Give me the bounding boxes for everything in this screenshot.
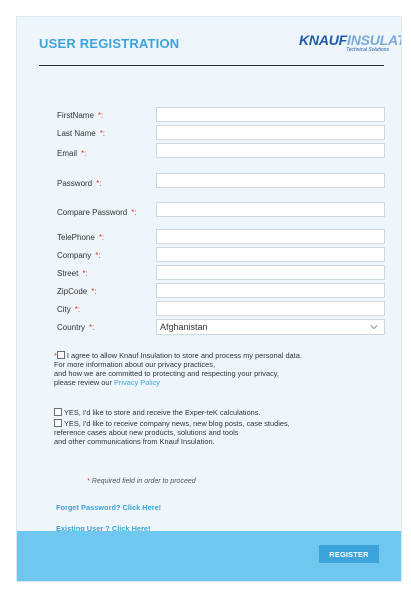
city-input[interactable] — [156, 301, 385, 316]
required-marker: *: — [99, 129, 106, 138]
country-select-value: Afghanistan — [160, 322, 208, 332]
telephone-label-text: TelePhone — [57, 233, 95, 242]
country-label: Country *: — [57, 323, 94, 332]
street-input[interactable] — [156, 265, 385, 280]
street-label-text: Street — [57, 269, 79, 278]
privacy-consent-line4: please review our Privacy Policy — [54, 378, 379, 387]
optin-communications-line2: reference cases about new products, solu… — [54, 428, 239, 437]
country-select[interactable]: Afghanistan — [156, 319, 385, 335]
zipcode-label: ZipCode *: — [57, 287, 97, 296]
required-field-note: * Required field in order to proceed — [87, 478, 196, 485]
privacy-consent-line2: For more information about our privacy p… — [54, 360, 216, 369]
required-marker: *: — [74, 305, 81, 314]
registration-form: FirstName *: Last Name *: Email *: Password… — [17, 17, 401, 581]
optin-calculations: YES, I'd like to store and receive the E… — [54, 408, 384, 417]
optin-communications: YES, I'd like to receive company news, n… — [54, 419, 384, 446]
telephone-label: TelePhone *: — [57, 233, 104, 242]
city-label-text: City — [57, 305, 71, 314]
required-note-text: Required field in order to proceed — [91, 478, 196, 485]
zipcode-input[interactable] — [156, 283, 385, 298]
street-label: Street *: — [57, 269, 88, 278]
required-marker: *: — [97, 111, 104, 120]
compare-password-label-text: Compare Password — [57, 208, 128, 217]
optin-calculations-checkbox[interactable] — [54, 408, 62, 416]
first-name-label: FirstName *: — [57, 111, 103, 120]
required-note-star: * — [87, 478, 90, 485]
required-marker: *: — [89, 323, 95, 332]
optin-communications-text1: YES, I'd like to receive company news, n… — [64, 419, 290, 428]
company-input[interactable] — [156, 247, 385, 262]
optin-communications-checkbox[interactable] — [54, 419, 62, 427]
city-label: City *: — [57, 305, 80, 314]
privacy-consent-text4: please review our — [54, 378, 114, 387]
privacy-consent-text1: I agree to allow Knauf Insulation to sto… — [66, 351, 302, 360]
privacy-consent-checkbox[interactable] — [56, 351, 65, 359]
last-name-label-text: Last Name — [57, 129, 96, 138]
compare-password-input[interactable] — [156, 202, 385, 217]
password-label: Password *: — [57, 179, 101, 188]
email-input[interactable] — [156, 143, 385, 158]
company-label-text: Company — [57, 251, 92, 260]
country-label-text: Country — [57, 323, 86, 332]
required-marker: *: — [91, 287, 97, 296]
required-marker: *: — [95, 251, 101, 260]
first-name-label-text: FirstName — [57, 111, 94, 120]
optin-communications-line3: and other communications from Knauf Insu… — [54, 437, 215, 446]
first-name-input[interactable] — [156, 107, 385, 122]
password-label-text: Password — [57, 179, 93, 188]
company-label: Company *: — [57, 251, 101, 260]
forgot-password-link[interactable]: Forget Password? Click Here! — [56, 503, 161, 512]
chevron-down-icon — [370, 325, 378, 330]
required-marker: *: — [82, 269, 88, 278]
register-button[interactable]: REGISTER — [319, 545, 379, 563]
last-name-input[interactable] — [156, 125, 385, 140]
compare-password-label: Compare Password *: — [57, 208, 137, 217]
optin-calculations-text: YES, I'd like to store and receive the E… — [64, 408, 261, 417]
privacy-consent-line3: and how we are committed to protecting a… — [54, 369, 279, 378]
form-footer: REGISTER — [17, 531, 401, 581]
registration-card: USER REGISTRATION KNAUFINSULATION Techni… — [16, 16, 402, 582]
privacy-consent: * I agree to allow Knauf Insulation to st… — [54, 351, 379, 387]
privacy-consent-line1: * I agree to allow Knauf Insulation to st… — [54, 351, 379, 360]
required-marker: *: — [98, 233, 105, 242]
telephone-input[interactable] — [156, 229, 385, 244]
email-label-text: Email — [57, 149, 78, 158]
required-marker: *: — [131, 208, 137, 217]
last-name-label: Last Name *: — [57, 129, 105, 138]
zipcode-label-text: ZipCode — [57, 287, 88, 296]
email-label: Email *: — [57, 149, 86, 158]
optin-communications-line1: YES, I'd like to receive company news, n… — [54, 419, 384, 428]
privacy-policy-link[interactable]: Privacy Policy — [114, 378, 160, 387]
password-input[interactable] — [156, 173, 385, 188]
page: USER REGISTRATION KNAUFINSULATION Techni… — [0, 0, 411, 589]
required-marker: *: — [96, 179, 102, 188]
required-marker: *: — [81, 149, 87, 158]
